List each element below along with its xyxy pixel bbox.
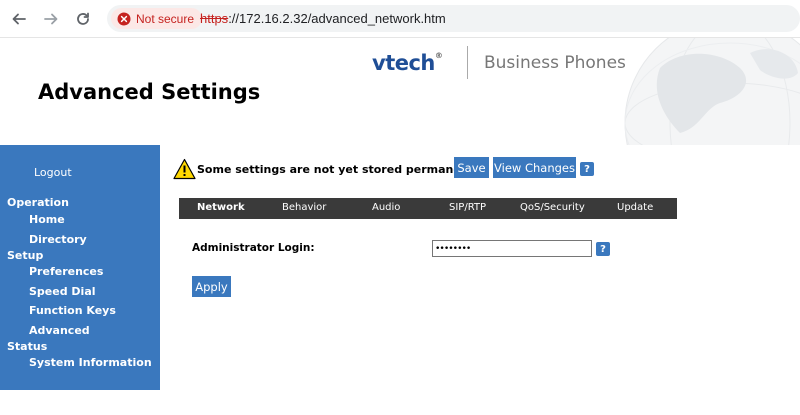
url-scheme: https [200,11,229,26]
sidebar-heading-setup: Setup [7,249,44,262]
tab-sip-rtp[interactable]: SIP/RTP [449,202,486,213]
reload-button[interactable] [72,8,94,30]
browser-toolbar: Not secure https://172.16.2.32/advanced_… [0,0,800,38]
page-title: Advanced Settings [38,80,261,104]
unsaved-notice: Some settings are not yet stored permane… [173,156,488,182]
sidebar-item-home[interactable]: Home [29,213,65,226]
sidebar-heading-status: Status [7,340,48,353]
brand-divider [467,46,468,79]
security-chip[interactable]: Not secure [111,8,203,29]
help-icon[interactable]: ? [580,162,594,176]
admin-login-help-icon[interactable]: ? [596,242,610,256]
page-header: Advanced Settings vtech® Business Phones [0,38,800,145]
sidebar-item-system-information[interactable]: System Information [29,356,152,369]
tab-bar: Network Behavior Audio SIP/RTP QoS/Secur… [179,198,677,219]
sidebar-item-advanced[interactable]: Advanced [29,324,90,337]
tab-network[interactable]: Network [197,202,245,213]
back-arrow-icon [12,13,26,25]
tab-qos-security[interactable]: QoS/Security [520,202,585,213]
forward-button[interactable] [40,8,62,30]
globe-graphic [624,38,800,145]
security-label: Not secure [136,11,195,26]
reload-icon [77,12,89,25]
admin-login-label: Administrator Login: [192,242,315,254]
tab-behavior[interactable]: Behavior [282,202,326,213]
registered-mark: ® [434,51,443,60]
url-path: ://172.16.2.32/advanced_network.htm [228,11,446,26]
brand-name: vtech [372,51,435,75]
sidebar-item-directory[interactable]: Directory [29,233,87,246]
back-button[interactable] [8,8,30,30]
forward-arrow-icon [44,13,58,25]
admin-password-field[interactable] [432,240,592,257]
sidebar-item-function-keys[interactable]: Function Keys [29,304,116,317]
sidebar: Logout Operation Home Directory Setup Pr… [0,145,160,390]
notice-text: Some settings are not yet stored permane… [197,162,489,176]
address-bar[interactable]: Not secure https://172.16.2.32/advanced_… [107,5,800,32]
url-text: https://172.16.2.32/advanced_network.htm [200,11,446,26]
logout-link[interactable]: Logout [34,166,72,179]
brand-tagline: Business Phones [484,53,626,73]
warning-icon [173,158,196,180]
save-button[interactable]: Save [454,157,489,178]
vtech-logo: vtech® [372,51,443,75]
view-changes-button[interactable]: View Changes [493,157,576,178]
tab-update[interactable]: Update [617,202,653,213]
sidebar-item-speed-dial[interactable]: Speed Dial [29,285,96,298]
not-secure-icon [117,12,131,25]
tab-audio[interactable]: Audio [372,202,400,213]
apply-button[interactable]: Apply [192,276,231,297]
sidebar-heading-operation: Operation [7,196,69,209]
sidebar-item-preferences[interactable]: Preferences [29,265,103,278]
